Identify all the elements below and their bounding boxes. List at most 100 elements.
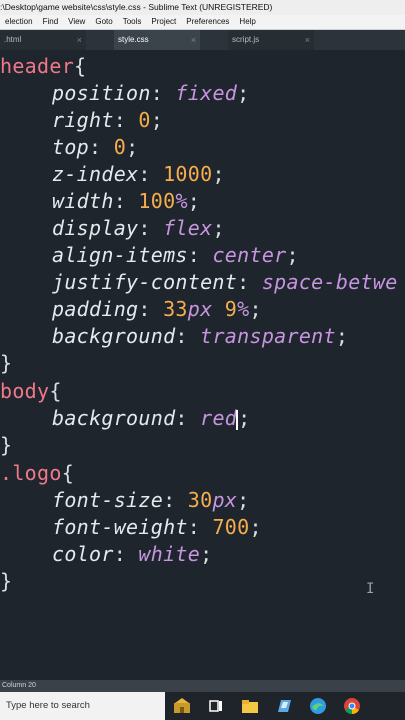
code-line: padding: 33px 9%;: [52, 296, 262, 323]
separator: :: [138, 162, 164, 186]
code-line: top: 0;: [52, 134, 138, 161]
menu-goto[interactable]: Goto: [90, 15, 117, 29]
menu-find[interactable]: Find: [38, 15, 64, 29]
separator: :: [175, 406, 201, 430]
separator: :: [150, 81, 176, 105]
code-line: align-items: center;: [52, 242, 299, 269]
file-explorer-icon[interactable]: [239, 695, 261, 717]
menu-project[interactable]: Project: [146, 15, 181, 29]
semicolon: ;: [335, 324, 349, 348]
code-line: }: [0, 350, 12, 377]
css-number: 100: [138, 189, 176, 213]
chrome-icon[interactable]: [341, 695, 363, 717]
css-value: white: [138, 542, 201, 566]
brace: }: [0, 351, 13, 375]
menu-preferences[interactable]: Preferences: [181, 15, 234, 29]
menu-bar: election Find View Goto Tools Project Pr…: [0, 15, 405, 30]
menu-tools[interactable]: Tools: [118, 15, 147, 29]
status-bar: Column 20: [0, 680, 405, 692]
brace: }: [0, 433, 13, 457]
semicolon: ;: [249, 515, 262, 539]
css-property: background: [52, 324, 176, 348]
status-text: Column 20: [2, 682, 36, 689]
semicolon: ;: [150, 108, 164, 132]
separator: :: [113, 108, 139, 132]
menu-selection[interactable]: election: [0, 15, 38, 29]
separator: :: [138, 297, 164, 321]
semicolon: ;: [212, 162, 225, 186]
code-line: body{: [0, 378, 62, 405]
css-value: transparent: [200, 324, 336, 348]
search-highlight-icon[interactable]: [171, 695, 193, 717]
css-property: justify-content: [52, 270, 238, 294]
css-value: center: [212, 243, 287, 267]
code-line: right: 0;: [52, 107, 163, 134]
semicolon: ;: [237, 488, 250, 512]
taskbar: Type here to search: [0, 692, 405, 720]
css-number: 9: [224, 297, 238, 321]
separator: :: [187, 515, 213, 539]
tab-script-js-label: script.js: [232, 35, 260, 44]
css-property: padding: [52, 297, 139, 321]
tab-html-label: .html: [4, 35, 22, 44]
close-icon[interactable]: ×: [191, 30, 196, 50]
code-line: header{: [0, 53, 86, 80]
css-unit: px: [212, 488, 238, 512]
code-line: .logo{: [0, 460, 74, 487]
css-selector: header: [0, 54, 75, 78]
ibeam-cursor-icon: I: [366, 581, 375, 597]
brace: }: [0, 569, 13, 593]
css-property: font-weight: [52, 515, 188, 539]
css-property: width: [52, 189, 114, 213]
close-icon[interactable]: ×: [305, 30, 310, 50]
css-property: top: [52, 135, 90, 159]
separator: :: [113, 189, 139, 213]
brace: {: [74, 54, 87, 78]
separator: :: [113, 542, 139, 566]
css-value: fixed: [175, 81, 238, 105]
close-icon[interactable]: ×: [77, 30, 82, 50]
separator: :: [175, 324, 201, 348]
code-line: width: 100%;: [52, 188, 200, 215]
css-value: 1000: [163, 162, 213, 186]
tab-style-css-label: style.css: [118, 35, 149, 44]
code-editor[interactable]: header{ position: fixed; right: 0; top: …: [0, 50, 405, 690]
css-value: space-betwe: [261, 270, 398, 294]
separator: :: [138, 216, 164, 240]
css-selector: body: [0, 379, 50, 403]
semicolon: ;: [212, 216, 225, 240]
edge-icon[interactable]: [307, 695, 329, 717]
taskbar-search-input[interactable]: Type here to search: [0, 692, 165, 720]
css-unit: %: [175, 189, 188, 213]
code-line: }: [0, 568, 12, 595]
css-selector: .logo: [0, 461, 62, 485]
semicolon: ;: [286, 243, 299, 267]
semicolon: ;: [238, 406, 251, 430]
css-property: align-items: [52, 243, 188, 267]
css-property: color: [52, 542, 114, 566]
menu-help[interactable]: Help: [234, 15, 260, 29]
semicolon: ;: [200, 542, 213, 566]
code-line: }: [0, 432, 12, 459]
css-property: z-index: [52, 162, 139, 186]
tab-html[interactable]: .html ×: [0, 30, 86, 50]
store-icon[interactable]: [273, 695, 295, 717]
code-line: font-weight: 700;: [52, 514, 262, 541]
tab-style-css[interactable]: style.css ×: [114, 30, 200, 50]
tab-script-js[interactable]: script.js ×: [228, 30, 314, 50]
css-value: flex: [163, 216, 213, 240]
code-line: background: red;: [52, 405, 250, 432]
css-value: red: [200, 406, 238, 430]
css-property: display: [52, 216, 139, 240]
semicolon: ;: [249, 297, 262, 321]
css-number: 33: [163, 297, 188, 321]
semicolon: ;: [187, 189, 201, 213]
menu-view[interactable]: View: [63, 15, 90, 29]
css-property: position: [52, 81, 151, 105]
separator: :: [163, 488, 188, 512]
code-line: z-index: 1000;: [52, 161, 225, 188]
css-value: 0: [138, 108, 151, 132]
brace: {: [49, 379, 62, 403]
semicolon: ;: [237, 81, 250, 105]
task-view-icon[interactable]: [205, 695, 227, 717]
